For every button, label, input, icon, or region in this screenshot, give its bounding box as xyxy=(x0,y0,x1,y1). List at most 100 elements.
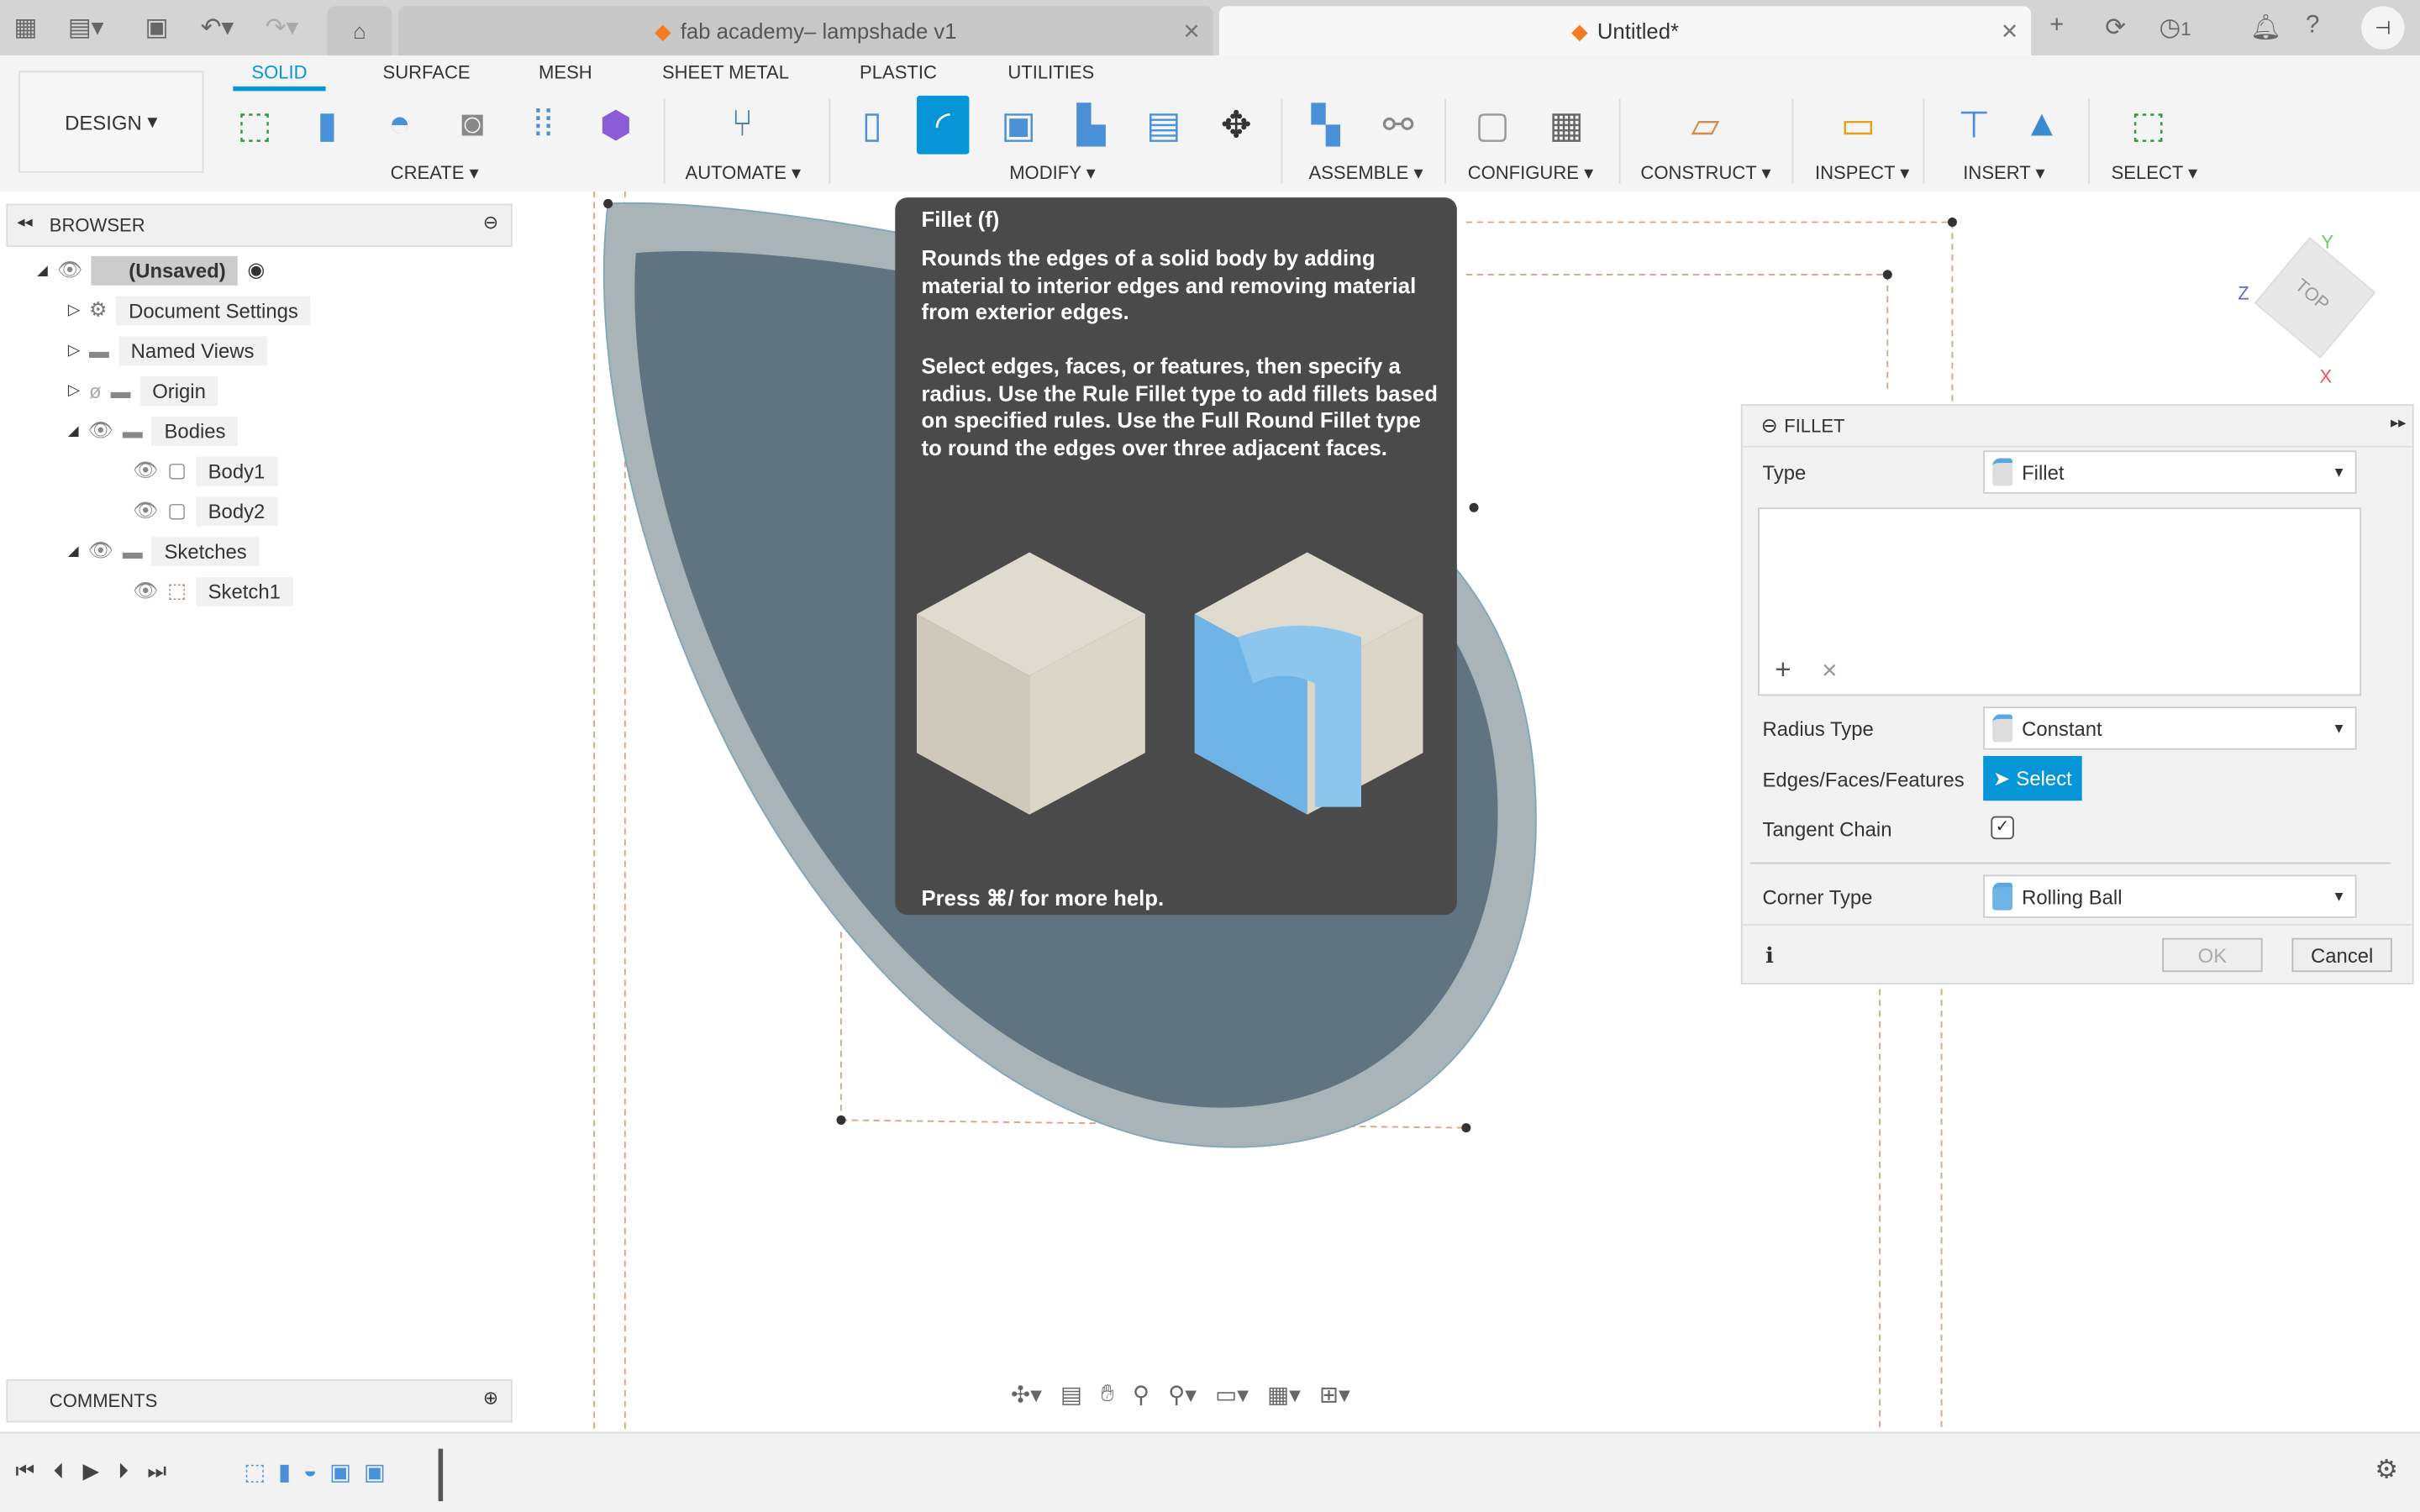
insert-mcmaster-icon[interactable]: ⊤ xyxy=(1948,96,2000,155)
expand-panel-icon[interactable]: ▸▸ xyxy=(2391,415,2406,432)
select-menu[interactable]: SELECT ▾ xyxy=(2112,162,2198,184)
notifications-icon[interactable]: 🔔︎ xyxy=(2250,13,2281,44)
skip-to-end-icon[interactable]: ⏭ xyxy=(147,1458,166,1484)
tab-surface[interactable]: SURFACE xyxy=(383,61,471,83)
eye-icon[interactable]: 👁︎ xyxy=(133,458,158,482)
selection-list[interactable]: + ✕ xyxy=(1758,507,2362,696)
canvas-icon[interactable]: ▲ xyxy=(2016,96,2068,155)
inspect-menu[interactable]: INSPECT ▾ xyxy=(1815,162,1909,184)
panel-header[interactable]: ⊖ FILLET ▸▸ xyxy=(1742,406,2412,448)
type-dropdown[interactable]: Fillet ▼ xyxy=(1983,450,2357,494)
create-menu[interactable]: CREATE ▾ xyxy=(391,162,479,184)
insert-menu[interactable]: INSERT ▾ xyxy=(1963,162,2044,184)
shell-icon[interactable]: ▣ xyxy=(992,96,1044,155)
eye-icon[interactable]: 👁︎ xyxy=(133,579,158,603)
new-component-icon[interactable]: ▚ xyxy=(1300,96,1352,155)
browser-item-sketch1[interactable]: 👁︎ ⬚ Sketch1 xyxy=(133,574,293,607)
close-tab-icon[interactable]: ✕ xyxy=(2001,18,2019,44)
plane-icon[interactable]: ▱ xyxy=(1679,96,1731,155)
timeline-feature-icon[interactable]: ▣ xyxy=(364,1458,386,1486)
combine-icon[interactable]: ▙ xyxy=(1065,96,1117,155)
eye-icon[interactable]: 👁︎ xyxy=(133,498,158,522)
info-icon[interactable]: ℹ xyxy=(1765,942,1774,969)
timeline-shell-icon[interactable]: ◒ xyxy=(303,1458,318,1486)
assemble-menu[interactable]: ASSEMBLE ▾ xyxy=(1309,162,1423,184)
expand-arrow-icon[interactable]: ▷ xyxy=(68,302,80,318)
construct-menu[interactable]: CONSTRUCT ▾ xyxy=(1640,162,1770,184)
eye-icon[interactable]: 👁︎ xyxy=(88,538,113,563)
tab-untitled[interactable]: ◆ Untitled* ✕ xyxy=(1218,6,2032,56)
new-tab-icon[interactable]: + xyxy=(2049,13,2064,40)
tab-plastic[interactable]: PLASTIC xyxy=(860,61,937,83)
joint-icon[interactable]: ⚯ xyxy=(1372,96,1424,155)
ok-button[interactable]: OK xyxy=(2162,937,2263,973)
zoom-icon[interactable]: ⚲ xyxy=(1133,1381,1150,1409)
create-sketch-icon[interactable]: ⬚ xyxy=(229,96,281,155)
extrude-icon[interactable]: ▮ xyxy=(301,96,353,155)
add-icon[interactable]: + xyxy=(1775,654,1791,687)
step-forward-icon[interactable]: ⏵ xyxy=(118,1458,129,1484)
expand-arrow-icon[interactable]: ▷ xyxy=(68,342,80,359)
browser-header[interactable]: ◂◂ BROWSER ⊖ xyxy=(6,203,513,247)
browser-root[interactable]: ◢ 👁︎ (Unsaved) ◉ xyxy=(37,253,265,286)
corner-type-dropdown[interactable]: Rolling Ball ▼ xyxy=(1983,874,2357,918)
move-icon[interactable]: ✥ xyxy=(1210,96,1262,155)
form-icon[interactable]: ⬢ xyxy=(590,96,642,155)
home-tab[interactable]: ⌂ xyxy=(327,6,392,56)
browser-item-bodies[interactable]: ◢ 👁︎ ▬ Bodies xyxy=(68,413,239,447)
viewports-icon[interactable]: ⊞▾ xyxy=(1319,1381,1350,1409)
expand-arrow-icon[interactable]: ▷ xyxy=(68,382,80,399)
display-settings-icon[interactable]: ▭▾ xyxy=(1215,1381,1249,1409)
select-edges-button[interactable]: ➤ Select xyxy=(1983,755,2082,801)
profile-avatar[interactable]: ⊣ xyxy=(2361,6,2405,50)
look-at-icon[interactable]: ▤ xyxy=(1060,1381,1082,1409)
collapse-browser-icon[interactable]: ◂◂ xyxy=(17,214,32,231)
browser-item-document-settings[interactable]: ▷ ⚙ Document Settings xyxy=(68,293,311,327)
browser-item-origin[interactable]: ▷ ø ▬ Origin xyxy=(68,373,218,407)
apps-grid-icon[interactable]: ▦ xyxy=(14,13,38,44)
tab-document[interactable]: ◆ fab academy– lampshade v1 ✕ xyxy=(397,6,1213,56)
timeline-marker[interactable] xyxy=(438,1448,444,1502)
tab-mesh[interactable]: MESH xyxy=(539,61,592,83)
orbit-icon[interactable]: ✣▾ xyxy=(1011,1381,1042,1409)
tab-sheet-metal[interactable]: SHEET METAL xyxy=(662,61,789,83)
expand-arrow-icon[interactable]: ◢ xyxy=(37,261,48,278)
browser-item-named-views[interactable]: ▷ ▬ Named Views xyxy=(68,333,267,367)
radius-type-dropdown[interactable]: Constant ▼ xyxy=(1983,706,2357,750)
fit-icon[interactable]: ⚲▾ xyxy=(1168,1381,1197,1409)
close-tab-icon[interactable]: ✕ xyxy=(1182,18,1201,44)
browser-item-body1[interactable]: 👁︎ ▢ Body1 xyxy=(133,454,278,487)
cancel-button[interactable]: Cancel xyxy=(2291,937,2392,973)
fillet-icon[interactable]: ◜ xyxy=(916,95,970,155)
split-icon[interactable]: ▤ xyxy=(1138,96,1190,155)
browser-minimize-icon[interactable]: ⊖ xyxy=(483,212,498,234)
table-icon[interactable]: ▦ xyxy=(1540,96,1592,155)
comments-header[interactable]: COMMENTS ⊕ xyxy=(6,1379,513,1423)
pan-icon[interactable]: ✋︎ xyxy=(1101,1381,1114,1409)
file-menu-icon[interactable]: ▤▾ xyxy=(68,13,104,44)
redo-icon[interactable]: ↷▾ xyxy=(266,13,298,44)
eye-icon[interactable]: 👁︎ xyxy=(88,418,113,443)
add-comment-icon[interactable]: ⊕ xyxy=(483,1387,498,1409)
help-icon[interactable]: ? xyxy=(2306,13,2319,40)
tab-utilities[interactable]: UTILITIES xyxy=(1007,61,1094,83)
measure-icon[interactable]: ▭ xyxy=(1832,96,1884,155)
configure-menu[interactable]: CONFIGURE ▾ xyxy=(1468,162,1593,184)
tangent-chain-checkbox[interactable]: ✓ xyxy=(1991,816,2014,840)
automate-icon[interactable]: ⑂ xyxy=(716,96,768,155)
play-icon[interactable]: ▶ xyxy=(82,1458,99,1484)
skip-to-start-icon[interactable]: ⏮ xyxy=(15,1458,34,1484)
step-back-icon[interactable]: ⏴ xyxy=(54,1458,65,1484)
undo-icon[interactable]: ↶▾ xyxy=(201,13,234,44)
workspace-switcher[interactable]: DESIGN ▾ xyxy=(18,71,204,173)
revolve-icon[interactable]: ◓ xyxy=(373,96,425,155)
browser-item-sketches[interactable]: ◢ 👁︎ ▬ Sketches xyxy=(68,533,260,567)
select-box-icon[interactable]: ⬚ xyxy=(2122,96,2174,155)
press-pull-icon[interactable]: ▯ xyxy=(846,96,898,155)
timeline-settings-gear-icon[interactable]: ⚙ xyxy=(2375,1455,2398,1486)
timeline-sketch-icon[interactable]: ⬚ xyxy=(244,1458,266,1486)
hole-icon[interactable]: ◙ xyxy=(446,96,498,155)
modify-menu[interactable]: MODIFY ▾ xyxy=(1009,162,1096,184)
expand-arrow-icon[interactable]: ◢ xyxy=(68,543,79,559)
tab-solid[interactable]: SOLID xyxy=(251,61,307,83)
